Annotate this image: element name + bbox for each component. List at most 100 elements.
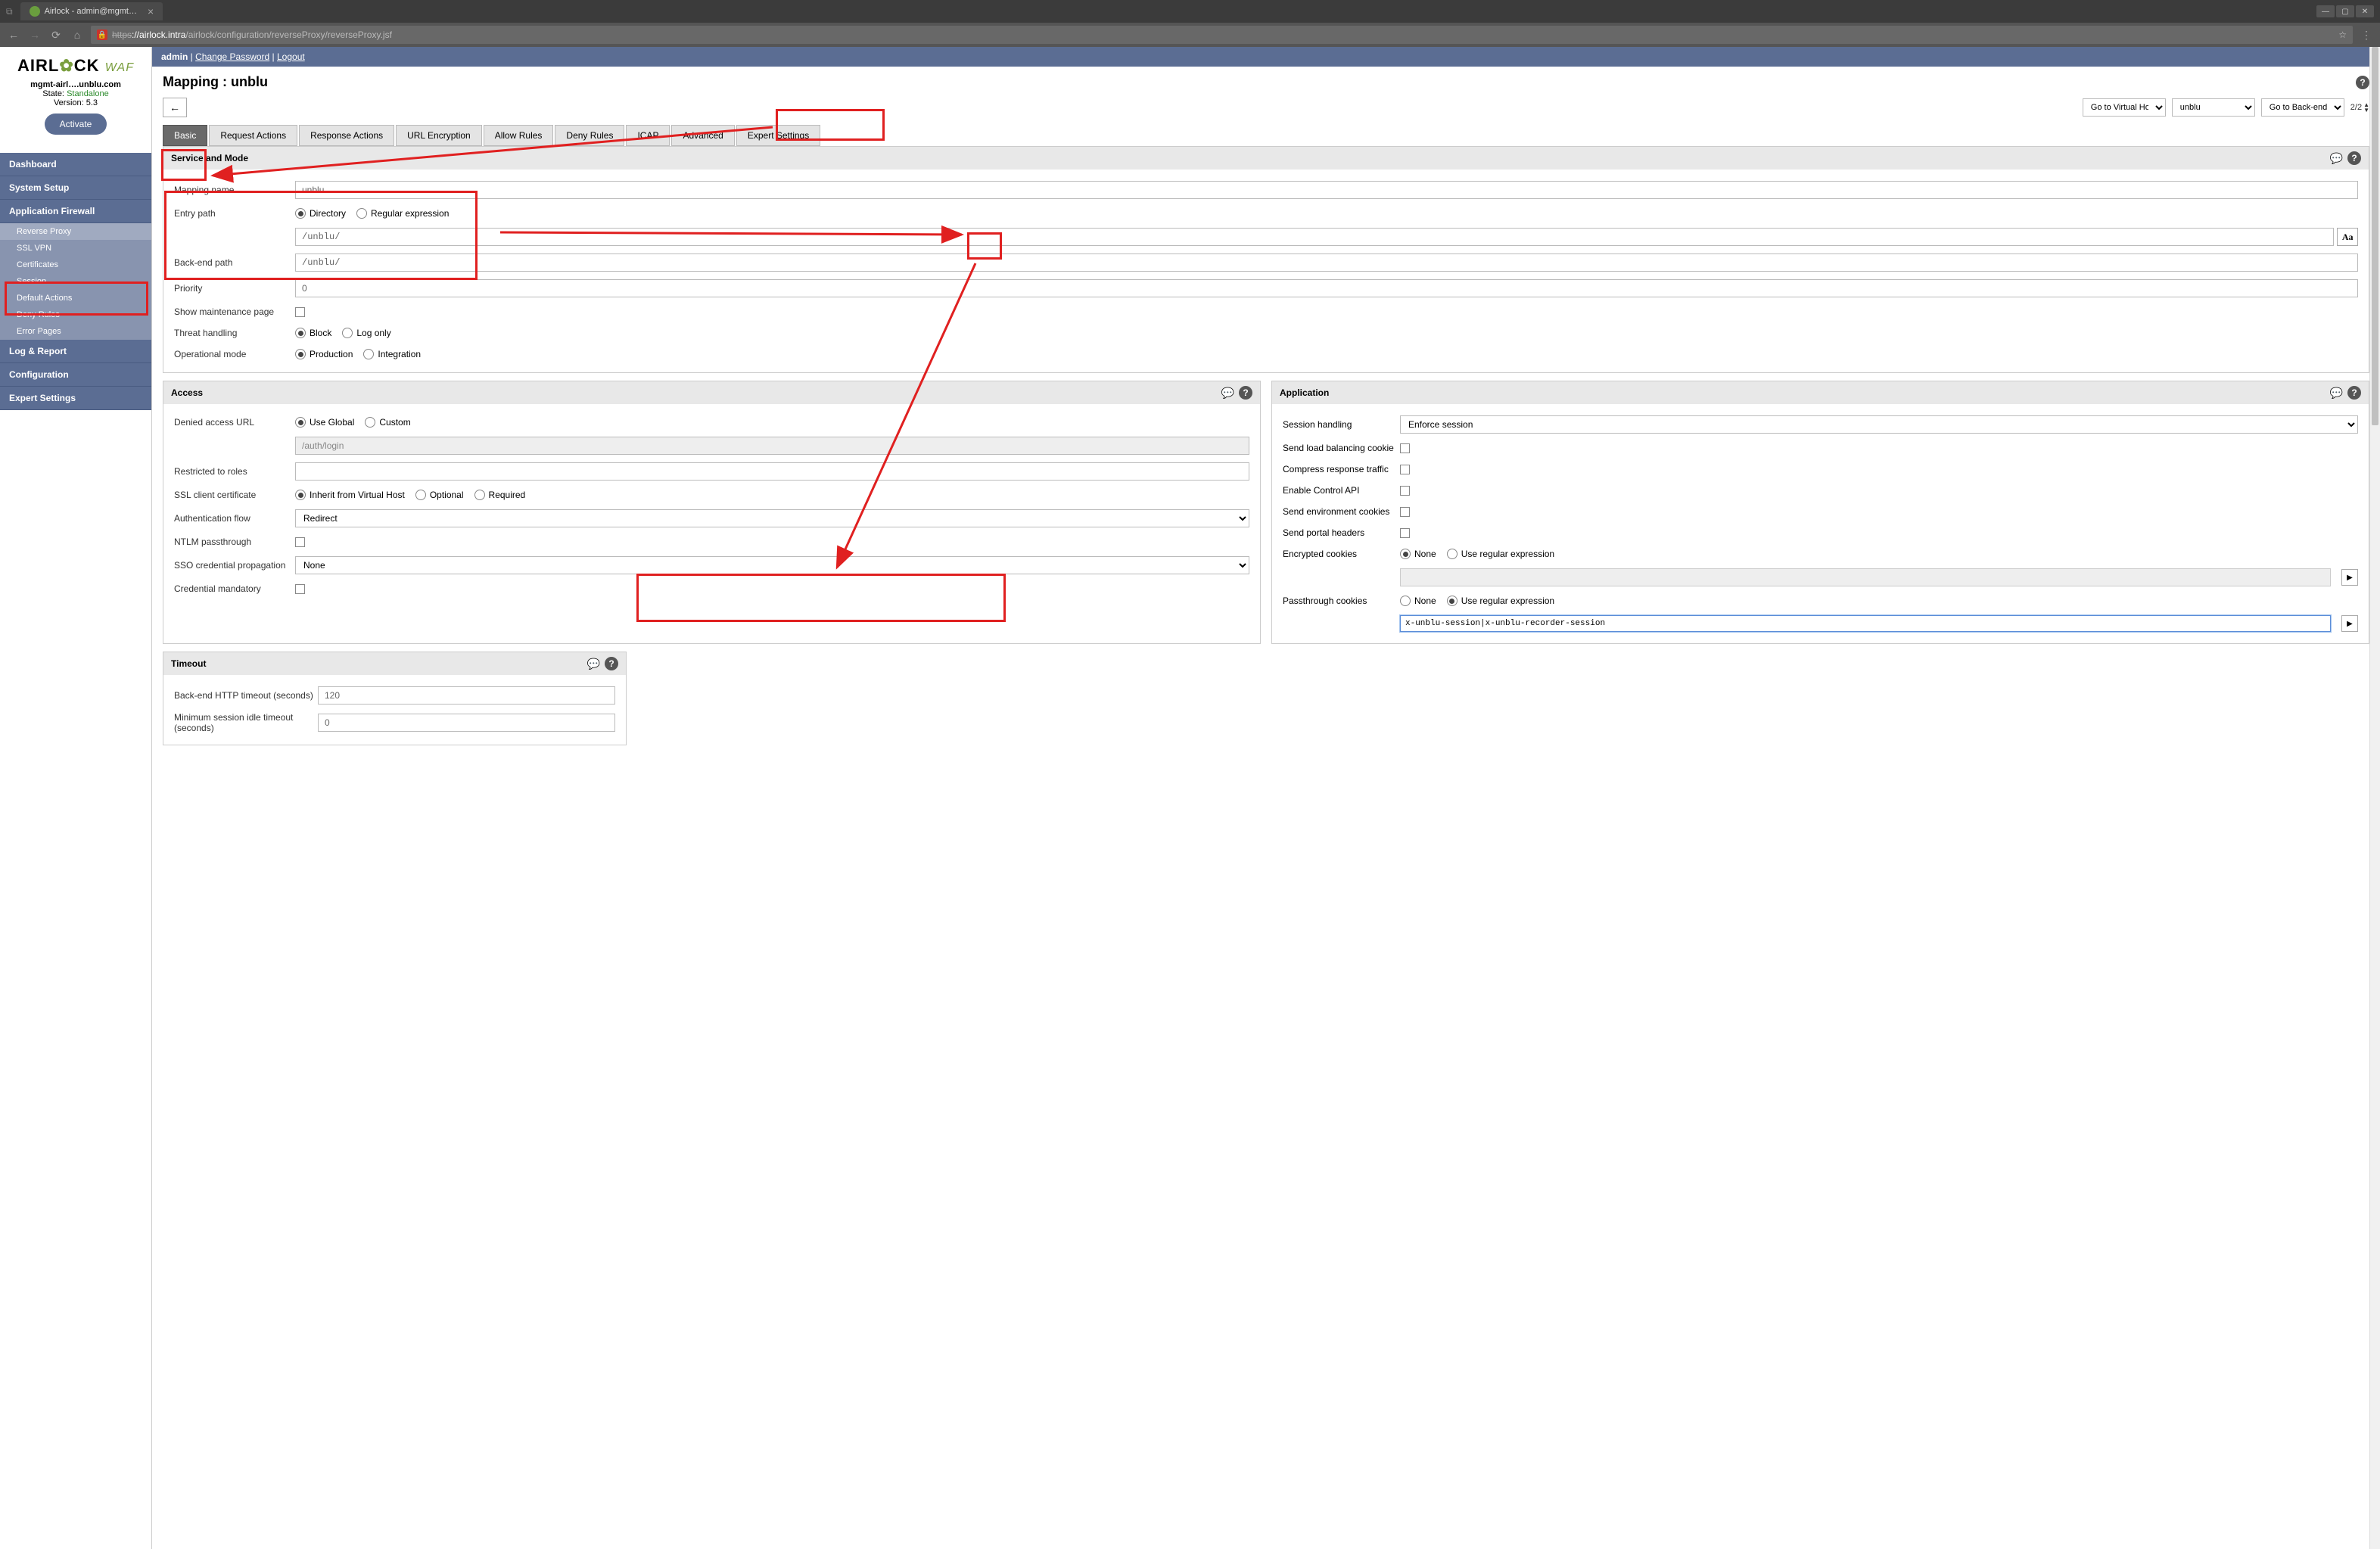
tab-expert-settings[interactable]: Expert Settings [736,125,820,146]
browser-menu-icon[interactable]: ⋮ [2359,29,2374,42]
comment-icon-access[interactable]: 💬 [1221,387,1234,400]
nav-expert-settings[interactable]: Expert Settings [0,387,151,410]
maximize-icon[interactable]: ▢ [2336,5,2354,17]
cred-checkbox[interactable] [295,584,305,594]
home-icon[interactable]: ⌂ [70,29,85,41]
env-cookies-checkbox[interactable] [1400,507,1410,517]
help-icon-app[interactable]: ? [2347,386,2361,400]
maintenance-label: Show maintenance page [174,306,295,317]
block-radio[interactable] [295,328,306,338]
enc-regex-radio[interactable] [1447,549,1458,559]
pager-arrows[interactable]: ▲▼ [2363,102,2369,113]
passthrough-regex-input[interactable] [1400,615,2331,632]
nav-session[interactable]: Session [0,273,151,290]
nav-error-pages[interactable]: Error Pages [0,323,151,340]
custom-label: Custom [379,417,410,428]
session-handling-select[interactable]: Enforce session [1400,415,2358,434]
control-api-checkbox[interactable] [1400,486,1410,496]
help-icon-access[interactable]: ? [1239,386,1252,400]
custom-radio[interactable] [365,417,375,428]
enc-test-button[interactable]: ▶ [2341,569,2358,586]
browser-chrome: ⧉ Airlock - admin@mgmt… × — ▢ ✕ [0,0,2380,23]
tab-deny-rules[interactable]: Deny Rules [555,125,624,146]
bookmark-icon[interactable]: ☆ [2338,30,2347,40]
optional-radio[interactable] [415,490,426,500]
nav-deny-rules[interactable]: Deny Rules [0,306,151,323]
nav-application-firewall[interactable]: Application Firewall [0,200,151,223]
maintenance-checkbox[interactable] [295,307,305,317]
enc-none-radio[interactable] [1400,549,1411,559]
browser-tab[interactable]: Airlock - admin@mgmt… × [20,2,163,20]
close-window-icon[interactable]: ✕ [2356,5,2374,17]
integration-radio[interactable] [363,349,374,359]
nav-default-actions[interactable]: Default Actions [0,290,151,306]
virtual-host-select[interactable]: Go to Virtual Host [2083,98,2166,117]
backend-group-select[interactable]: Go to Back-end Gr [2261,98,2344,117]
tab-basic[interactable]: Basic [163,125,207,146]
idle-timeout-input[interactable] [318,714,615,732]
compress-checkbox[interactable] [1400,465,1410,474]
minimize-icon[interactable]: — [2316,5,2335,17]
backend-path-input[interactable] [295,254,2358,272]
case-sensitive-button[interactable]: Aa [2337,228,2358,246]
logout-link[interactable]: Logout [277,51,305,62]
back-button[interactable]: ← [163,98,187,117]
required-radio[interactable] [474,490,485,500]
lb-cookie-checkbox[interactable] [1400,443,1410,453]
sso-select[interactable]: None [295,556,1249,574]
tab-allow-rules[interactable]: Allow Rules [484,125,554,146]
priority-input[interactable] [295,279,2358,297]
backend-timeout-input[interactable] [318,686,615,705]
inherit-radio[interactable] [295,490,306,500]
back-icon[interactable]: ← [6,29,21,41]
os-menu-icon[interactable]: ⧉ [6,6,13,17]
nav-system-setup[interactable]: System Setup [0,176,151,200]
passthrough-test-button[interactable]: ▶ [2341,615,2358,632]
logonly-radio[interactable] [342,328,353,338]
nav-log-report[interactable]: Log & Report [0,340,151,363]
comment-icon-app[interactable]: 💬 [2330,387,2343,400]
forward-icon[interactable]: → [27,29,42,41]
nav-reverse-proxy[interactable]: Reverse Proxy [0,223,151,240]
block-label: Block [310,328,331,338]
entry-path-input[interactable] [295,228,2334,246]
restricted-roles-input[interactable] [295,462,1249,481]
url-bar[interactable]: 🔒 https://airlock.intra/airlock/configur… [91,26,2353,44]
scrollbar-vertical[interactable] [2369,47,2380,1549]
use-global-radio[interactable] [295,417,306,428]
pass-regex-radio[interactable] [1447,596,1458,606]
directory-radio[interactable] [295,208,306,219]
section-help-icon[interactable]: ? [2347,151,2361,165]
help-icon-timeout[interactable]: ? [605,657,618,670]
scrollbar-thumb[interactable] [2372,47,2378,425]
portal-checkbox[interactable] [1400,528,1410,538]
change-password-link[interactable]: Change Password [195,51,269,62]
version-label: Version: [54,98,84,107]
tab-url-encryption[interactable]: URL Encryption [396,125,482,146]
tab-icap[interactable]: ICAP [626,125,670,146]
production-label: Production [310,349,353,359]
tabs: Basic Request Actions Response Actions U… [152,117,2380,146]
comment-icon-timeout[interactable]: 💬 [587,658,600,670]
nav-certificates[interactable]: Certificates [0,257,151,273]
pass-none-radio[interactable] [1400,596,1411,606]
tab-advanced[interactable]: Advanced [671,125,734,146]
tab-request-actions[interactable]: Request Actions [209,125,297,146]
tab-response-actions[interactable]: Response Actions [299,125,394,146]
close-tab-icon[interactable]: × [148,5,154,17]
auth-flow-select[interactable]: Redirect [295,509,1249,527]
reload-icon[interactable]: ⟳ [48,29,64,42]
mapping-select[interactable]: unblu [2172,98,2255,117]
ntlm-checkbox[interactable] [295,537,305,547]
nav-ssl-vpn[interactable]: SSL VPN [0,240,151,257]
nav-dashboard[interactable]: Dashboard [0,153,151,176]
nav-configuration[interactable]: Configuration [0,363,151,387]
ssl-cert-label: SSL client certificate [174,490,295,500]
comment-icon[interactable]: 💬 [2330,152,2343,165]
help-icon[interactable]: ? [2356,76,2369,89]
mapping-name-input[interactable] [295,181,2358,199]
idle-timeout-label: Minimum session idle timeout (seconds) [174,712,318,733]
regex-radio[interactable] [356,208,367,219]
production-radio[interactable] [295,349,306,359]
activate-button[interactable]: Activate [45,114,107,135]
